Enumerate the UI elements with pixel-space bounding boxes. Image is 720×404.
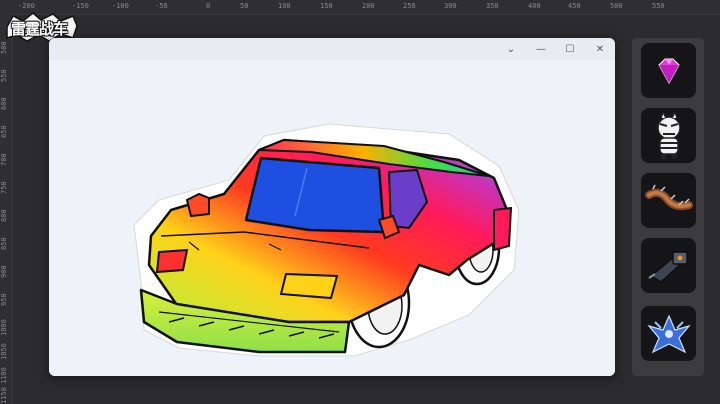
ruler-left-label: 800 — [0, 209, 8, 222]
window-titlebar[interactable]: ⌄ — ☐ ✕ — [49, 38, 615, 60]
robot-mech-icon — [646, 313, 691, 353]
close-button[interactable]: ✕ — [590, 41, 610, 57]
ruler-top-label: 0 — [206, 2, 211, 10]
asset-slot-gem[interactable] — [641, 43, 696, 98]
ruler-top-label: 350 — [486, 2, 499, 10]
ruler-top-label: 500 — [610, 2, 623, 10]
logo-text: 雷霆战车 — [11, 20, 68, 38]
asset-panel — [632, 38, 704, 376]
ruler-top-label: 400 — [528, 2, 541, 10]
ruler-left-label: 600 — [0, 97, 8, 110]
ruler-left-label: 500 — [0, 41, 8, 54]
ruler-left-label: 950 — [0, 293, 8, 306]
dropdown-button[interactable]: ⌄ — [501, 41, 521, 57]
drawing-window: ⌄ — ☐ ✕ — [49, 38, 615, 376]
ruler-left-label: 700 — [0, 153, 8, 166]
zebra-character-icon — [656, 111, 681, 159]
ruler-top-label: -50 — [155, 2, 168, 10]
minimize-button[interactable]: — — [531, 41, 551, 57]
ruler-top-label: 450 — [568, 2, 581, 10]
ruler-top: -200 -150 -100 -50 0 50 100 150 200 250 … — [0, 0, 720, 15]
gem-icon — [657, 58, 680, 84]
ruler-left-label: 1050 — [0, 343, 8, 360]
ruler-left-label: 550 — [0, 69, 8, 82]
asset-slot-robot[interactable] — [641, 306, 696, 361]
ruler-top-label: 550 — [652, 2, 665, 10]
ruler-left-label: 750 — [0, 181, 8, 194]
ruler-top-label: 300 — [444, 2, 457, 10]
ruler-left-label: 850 — [0, 237, 8, 250]
cannon-icon — [647, 250, 688, 283]
maximize-button[interactable]: ☐ — [560, 41, 580, 57]
rainbow-car-illustration — [133, 123, 520, 357]
asset-slot-cannon[interactable] — [641, 238, 696, 293]
ruler-top-label: 250 — [403, 2, 416, 10]
ruler-left-label: 1150 — [0, 387, 8, 404]
ruler-top-label: -150 — [72, 2, 89, 10]
ruler-top-label: -100 — [112, 2, 129, 10]
asset-slot-chain[interactable] — [641, 173, 696, 228]
ruler-left-label: 650 — [0, 125, 8, 138]
asset-slot-zebra[interactable] — [641, 108, 696, 163]
canvas-area[interactable] — [49, 60, 615, 376]
ruler-top-label: 150 — [320, 2, 333, 10]
ruler-top-label: 100 — [278, 2, 291, 10]
spiked-chain-icon — [644, 184, 693, 210]
ruler-top-label: 50 — [240, 2, 249, 10]
ruler-top-label: -200 — [18, 2, 35, 10]
ruler-left-label: 1100 — [0, 367, 8, 384]
ruler-left-label: 900 — [0, 265, 8, 278]
ruler-top-label: 200 — [362, 2, 375, 10]
ruler-left: 500 550 600 650 700 750 800 850 900 950 … — [0, 14, 13, 404]
ruler-left-label: 1000 — [0, 319, 8, 336]
